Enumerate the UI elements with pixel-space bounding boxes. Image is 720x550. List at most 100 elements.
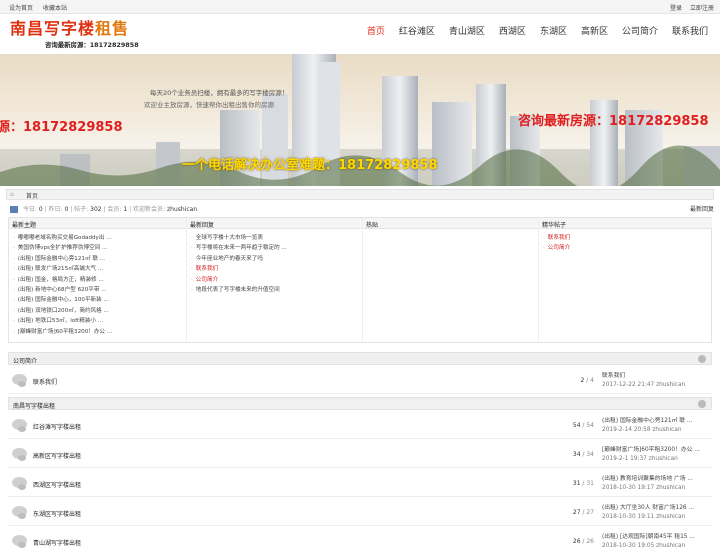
list-item[interactable]: 地段代表了写字楼未来的升值空间 xyxy=(191,285,362,295)
panel-title: 最新回复 xyxy=(187,218,362,229)
collapse-toggle-icon[interactable] xyxy=(698,400,706,408)
forum-name[interactable]: 西湖区写字楼出租 xyxy=(33,480,81,489)
nav-xihu[interactable]: 西湖区 xyxy=(499,26,526,38)
forum-last-post: (出租) [达观国际]朝南45平 租15 ... 2018-10-30 19:05… xyxy=(602,533,712,550)
list-item[interactable]: (出租) 国金，格局方正，精装修 ... xyxy=(13,275,186,285)
latest-reply-link[interactable]: 最新回复 xyxy=(690,204,714,213)
main-nav: 首页 红谷滩区 青山湖区 西湖区 东湖区 高新区 公司简介 联系我们 xyxy=(353,26,708,38)
panel-title: 最新主题 xyxy=(9,218,186,229)
site-header: 南昌写字楼租售 咨询最新房源：18172829858 首页 红谷滩区 青山湖区 … xyxy=(0,14,720,54)
hero-banner[interactable]: 每天20个业务员扫楼，拥有最多的写字楼房源！ 欢迎业主放房源，快速帮你出租出售你… xyxy=(0,54,720,186)
banner-headline: 一个电话解决办公室难题：18172829858 xyxy=(182,158,438,173)
breadcrumb-home[interactable]: 首页 xyxy=(26,191,38,200)
banner-phone-right: 咨询最新房源：18172829858 xyxy=(518,114,709,129)
panel-recent: 最新回复 全球写字楼十大市场一览表 写字楼将在未来一两年趋于稳定的 ... 今年… xyxy=(187,218,363,342)
nav-qingshanhu[interactable]: 青山湖区 xyxy=(449,26,485,38)
nav-honggutan[interactable]: 红谷滩区 xyxy=(399,26,435,38)
nav-donghu[interactable]: 东湖区 xyxy=(540,26,567,38)
forum-bubble-icon xyxy=(12,535,27,548)
list-item[interactable]: (出租) 双地铁口200㎡，简约风格 ... xyxy=(13,306,186,316)
panel-hot: 热贴 xyxy=(363,218,539,342)
forum-row: 东湖区写字楼出租 27 / 27 (出租) 大厅坐30人 财富广场126 ...… xyxy=(8,498,712,526)
forum-name[interactable]: 红谷滩写字楼出租 xyxy=(33,422,81,431)
nav-home[interactable]: 首页 xyxy=(367,26,385,38)
forum-name[interactable]: 高新区写字楼出租 xyxy=(33,451,81,460)
list-item[interactable]: 今年座业地产的春天来了吗 xyxy=(191,254,362,264)
login-link[interactable]: 登录 xyxy=(670,5,682,12)
panel-title: 热贴 xyxy=(363,218,538,229)
forum-counts: 27 / 27 xyxy=(572,509,594,516)
forum-bubble-icon xyxy=(12,477,27,490)
section-header-rent: 南昌写字楼出租 xyxy=(8,397,712,410)
section-title[interactable]: 公司简介 xyxy=(13,356,37,365)
forum-row: 红谷滩写字楼出租 54 / 54 (出租) 国际金融中心旁121㎡ 联 ... 2… xyxy=(8,411,712,439)
forum-row: 西湖区写字楼出租 31 / 31 (出租) 教育培训聚集的场地 广场 ... 20… xyxy=(8,469,712,497)
forum-name[interactable]: 青山湖写字楼出租 xyxy=(33,538,81,547)
new-member-link[interactable]: zhushican xyxy=(167,206,197,213)
last-post-title[interactable]: (出租) 教育培训聚集的场地 广场 ... xyxy=(602,475,712,484)
nav-contact[interactable]: 联系我们 xyxy=(672,26,708,38)
list-item[interactable]: 美国伪博vps全扩护推荐伪博空间 ... xyxy=(13,243,186,253)
forum-bubble-icon xyxy=(12,419,27,432)
bookmark-link[interactable]: 收藏本站 xyxy=(43,5,67,12)
forum-counts: 2 / 4 xyxy=(580,377,595,384)
logo-title-accent: 租售 xyxy=(95,19,130,38)
list-item[interactable]: 嘟嘟嘟老域名购买交易Godaddy出 ... xyxy=(13,233,186,243)
list-item[interactable]: (出租) 地铁口53㎡，loft精装小 ... xyxy=(13,316,186,326)
list-item[interactable]: 写字楼将在未来一两年趋于稳定的 ... xyxy=(191,243,362,253)
last-post-meta: 2019-2-1 19:37 zhushican xyxy=(602,455,678,462)
list-item[interactable]: (出租) 国际金融中心，100平新装 ... xyxy=(13,295,186,305)
forum-counts: 31 / 31 xyxy=(572,480,594,487)
forum-last-post: [巅峰财富广场]60平租3200！办公 ... 2019-2-1 19:37 zh… xyxy=(602,446,712,463)
last-post-meta: 2018-10-30 19:11 zhushican xyxy=(602,513,686,520)
stat-members: 1 xyxy=(123,206,128,213)
forum-name[interactable]: 东湖区写字楼出租 xyxy=(33,509,81,518)
last-post-title[interactable]: (出租) [达观国际]朝南45平 租15 ... xyxy=(602,533,712,542)
list-item[interactable]: [巅峰财富广场]60平租3200！办公 ... xyxy=(13,327,186,337)
home-icon[interactable]: ⌂ xyxy=(10,191,14,198)
list-item[interactable]: 全球写字楼十大市场一览表 xyxy=(191,233,362,243)
last-post-meta: 2017-12-22 21:47 zhushican xyxy=(602,381,686,388)
list-item[interactable]: 联系我们 xyxy=(543,233,712,243)
stat-today: 0 xyxy=(38,206,43,213)
last-post-title[interactable]: [巅峰财富广场]60平租3200！办公 ... xyxy=(602,446,712,455)
forum-row: 高新区写字楼出租 34 / 34 [巅峰财富广场]60平租3200！办公 ...… xyxy=(8,440,712,468)
list-item[interactable]: (出租) 联发广场215㎡高端大气 ... xyxy=(13,264,186,274)
list-item[interactable]: 联系我们 xyxy=(191,264,362,274)
nav-company[interactable]: 公司简介 xyxy=(622,26,658,38)
breadcrumb: ⌂ 首页 xyxy=(6,189,714,200)
list-item[interactable]: (出租) 新地中心68户型 620平带 ... xyxy=(13,285,186,295)
last-post-title[interactable]: 联系我们 xyxy=(602,372,712,381)
forum-bubble-icon xyxy=(12,374,27,387)
forum-counts: 26 / 26 xyxy=(572,538,594,545)
list-item[interactable]: 公司简介 xyxy=(191,275,362,285)
list-item[interactable]: (出租) 国际金融中心旁121㎡ 联 ... xyxy=(13,254,186,264)
forum-last-post: (出租) 教育培训聚集的场地 广场 ... 2018-10-30 19:17 zh… xyxy=(602,475,712,492)
forum-stats: 今日: 0 | 昨日: 0 | 帖子: 302 | 会员: 1 | 欢迎新会员:… xyxy=(10,204,714,214)
forum-name[interactable]: 联系我们 xyxy=(33,377,57,386)
forum-last-post: (出租) 国际金融中心旁121㎡ 联 ... 2019-2-14 20:58 zh… xyxy=(602,417,712,434)
site-logo[interactable]: 南昌写字楼租售 咨询最新房源：18172829858 xyxy=(10,19,139,54)
section-title[interactable]: 南昌写字楼出租 xyxy=(13,401,55,410)
last-post-title[interactable]: (出租) 大厅坐30人 财富广场126 ... xyxy=(602,504,712,513)
stat-yesterday: 0 xyxy=(64,206,69,213)
stats-chart-icon xyxy=(10,206,18,213)
nav-gaoxin[interactable]: 高新区 xyxy=(581,26,608,38)
forum-row: 青山湖写字楼出租 26 / 26 (出租) [达观国际]朝南45平 租15 ..… xyxy=(8,527,712,549)
logo-phone: 咨询最新房源：18172829858 xyxy=(45,41,139,49)
list-item[interactable]: 公司简介 xyxy=(543,243,712,253)
forum-row: 联系我们 2 / 4 联系我们 2017-12-22 21:47 zhushica… xyxy=(8,366,712,394)
forum-last-post: (出租) 大厅坐30人 财富广场126 ... 2018-10-30 19:11 … xyxy=(602,504,712,521)
banner-phone-left: 源：18172829858 xyxy=(0,120,123,135)
panel-newest: 最新主题 嘟嘟嘟老域名购买交易Godaddy出 ... 美国伪博vps全扩护推荐… xyxy=(9,218,187,342)
section-header-company: 公司简介 xyxy=(8,352,712,365)
panel-digest: 精华帖子 联系我们 公司简介 xyxy=(539,218,712,342)
topic-panels: 最新主题 嘟嘟嘟老域名购买交易Godaddy出 ... 美国伪博vps全扩护推荐… xyxy=(8,217,712,343)
last-post-title[interactable]: (出租) 国际金融中心旁121㎡ 联 ... xyxy=(602,417,712,426)
stat-posts: 302 xyxy=(90,206,102,213)
forum-bubble-icon xyxy=(12,506,27,519)
collapse-toggle-icon[interactable] xyxy=(698,355,706,363)
register-link[interactable]: 立即注册 xyxy=(690,5,714,12)
set-home-link[interactable]: 设为首页 xyxy=(9,5,33,12)
logo-title-main: 南昌写字楼 xyxy=(10,19,96,38)
